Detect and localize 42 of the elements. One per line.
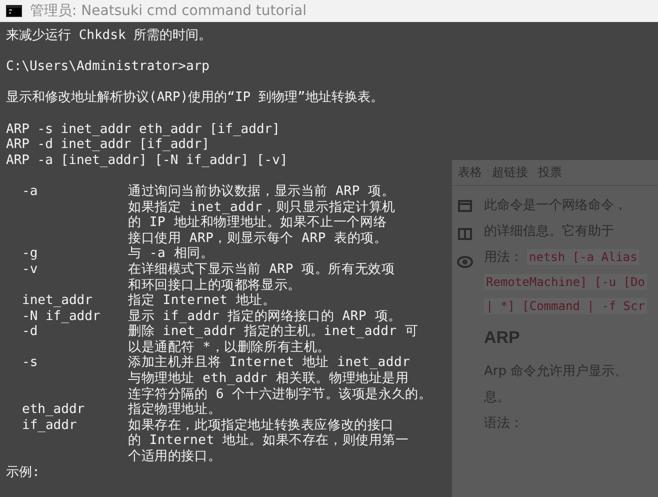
option-description: 如果存在，此项指定地址转换表应修改的接口 [128,418,395,433]
code-snippet: netsh [-a Alias [527,248,640,265]
window-title: 管理员: Neatsuki cmd command tutorial [30,2,306,20]
option-description: 和环回接口上的项都将显示。 [128,278,302,293]
console-line: 示例: [5,464,41,480]
option-name: -N if_addr [21,308,102,324]
option-name: -d [21,324,39,342]
option-description: 连字符分隔的 6 个十六进制字节。该项是永久的。 [128,386,433,402]
terminal-icon [6,5,22,17]
option-name: if_addr [21,418,78,435]
option-name: eth_addr [21,402,86,418]
option-description: 添加主机并且将 Internet 地址 inet_addr [128,355,412,371]
option-name: -s [21,355,39,372]
option-description: 的 IP 地址和物理地址。如果不止一个网络 [128,215,388,231]
option-name: -a [21,184,39,201]
console-line: ARP -s inet_addr eth_addr [if_addr] [5,122,281,138]
option-description: 显示 if_addr 指定的网络接口的 ARP 项。 [128,308,402,324]
option-description: 以是通配符 *，以删除所有主机。 [128,340,332,355]
option-description: 指定物理地址。 [128,402,222,418]
console-line: 来减少运行 Chkdsk 所需的时间。 [5,28,213,44]
option-description: 与物理地址 eth_addr 相关联。物理地址是用 [128,371,410,387]
option-description: 删除 inet_addr 指定的主机。inet_addr 可 [128,324,420,340]
option-description: 在详细模式下显示当前 ARP 项。所有无效项 [128,262,396,278]
option-name: -v [21,262,39,279]
option-description: 与 -a 相同。 [128,246,215,262]
option-name: -g [21,246,39,262]
option-description: 的 Internet 地址。如果不存在，则使用第一 [128,433,410,449]
code-snippet: | *] [Command | -f Scr [484,298,647,314]
option-description: 通过询问当前协议数据，显示当前 ARP 项。 [128,184,396,200]
eye-icon[interactable] [456,254,474,270]
console-line: C:\Users\Administrator>arp [5,59,210,75]
console-line: 显示和修改地址解析协议(ARP)使用的“IP 到物理”地址转换表。 [5,90,384,106]
columns-icon[interactable] [456,226,474,242]
code-snippet: RemoteMachine] [-u [Do [484,274,647,290]
option-description: 如果指定 inet_addr，则只显示指定计算机 [128,200,396,215]
option-name: inet_addr [21,293,94,309]
option-description: 指定 Internet 地址。 [128,293,277,309]
layout-icon[interactable] [456,198,474,214]
console-line: ARP -d inet_addr [if_addr] [5,137,210,153]
console-line: ARP -a [inet_addr] [-N if_addr] [-v] [5,152,289,168]
option-description: 个适用的接口。 [128,449,222,465]
option-description: 接口使用 ARP，则显示每个 ARP 表的项。 [128,230,388,246]
